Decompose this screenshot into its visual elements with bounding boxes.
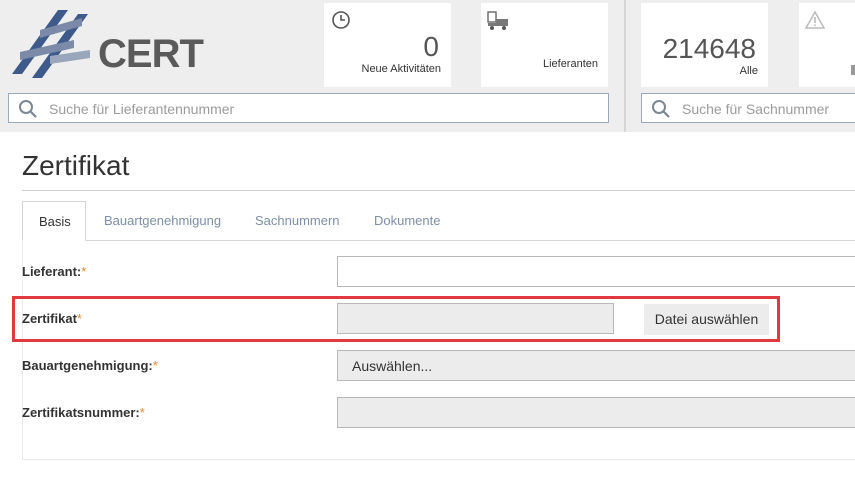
search-placeholder: Suche für Lieferantennummer xyxy=(49,101,235,117)
select-value: Auswählen... xyxy=(352,358,433,374)
zertifikatsnummer-input[interactable] xyxy=(337,397,855,428)
logo-text: CERT xyxy=(98,32,204,76)
tile-count: 0 xyxy=(423,31,439,62)
required-marker: * xyxy=(139,405,145,420)
tile-label: Lieferanten xyxy=(542,58,598,70)
lieferant-label: Lieferant:* xyxy=(22,264,86,279)
tab-basis[interactable]: Basis xyxy=(22,201,86,241)
tile-label-fragment xyxy=(851,65,855,75)
truck-icon xyxy=(487,11,508,30)
supplier-search-input[interactable]: Suche für Lieferantennummer xyxy=(8,93,609,123)
top-bar: CERT 0 Neue Aktivitäten Lieferanten 2146… xyxy=(0,0,855,132)
highlight-box xyxy=(12,296,780,342)
lieferant-input[interactable] xyxy=(337,256,855,287)
logo-mark-icon xyxy=(12,10,90,78)
tab-dokumente[interactable]: Dokumente xyxy=(358,201,456,240)
tab-bauartgenehmigung[interactable]: Bauartgenehmigung xyxy=(88,201,237,240)
bauartgenehmigung-label: Bauartgenehmigung:* xyxy=(22,358,158,373)
required-marker: * xyxy=(152,358,158,373)
search-placeholder: Suche für Sachnummer xyxy=(682,101,830,117)
warning-icon xyxy=(804,10,826,29)
search-icon xyxy=(652,100,670,118)
header-divider xyxy=(624,0,626,132)
tile-lieferanten[interactable]: Lieferanten xyxy=(481,3,608,87)
title-divider xyxy=(22,190,855,191)
zertifikatsnummer-label: Zertifikatsnummer:* xyxy=(22,405,145,420)
field-label-text: Lieferant: xyxy=(22,264,82,279)
field-label-text: Bauartgenehmigung: xyxy=(22,358,153,373)
tile-alle[interactable]: 214648 Alle xyxy=(641,3,768,87)
bauartgenehmigung-select[interactable]: Auswählen... xyxy=(337,350,855,381)
field-label-text: Zertifikatsnummer: xyxy=(22,405,140,420)
tab-bar: Basis Bauartgenehmigung Sachnummern Doku… xyxy=(22,201,855,241)
tab-sachnummern[interactable]: Sachnummern xyxy=(239,201,356,240)
page-title: Zertifikat xyxy=(22,150,130,181)
tile-count: 214648 xyxy=(662,33,756,64)
tile-warnings[interactable] xyxy=(799,3,855,87)
tile-label: Neue Aktivitäten xyxy=(361,63,442,75)
tile-label: Alle xyxy=(739,65,758,77)
tile-neue-aktivitaeten[interactable]: 0 Neue Aktivitäten xyxy=(324,3,451,87)
logo[interactable]: CERT xyxy=(10,6,204,82)
search-icon xyxy=(19,100,37,118)
clock-icon xyxy=(332,11,350,29)
part-number-search-input[interactable]: Suche für Sachnummer xyxy=(641,93,855,123)
required-marker: * xyxy=(81,264,87,279)
